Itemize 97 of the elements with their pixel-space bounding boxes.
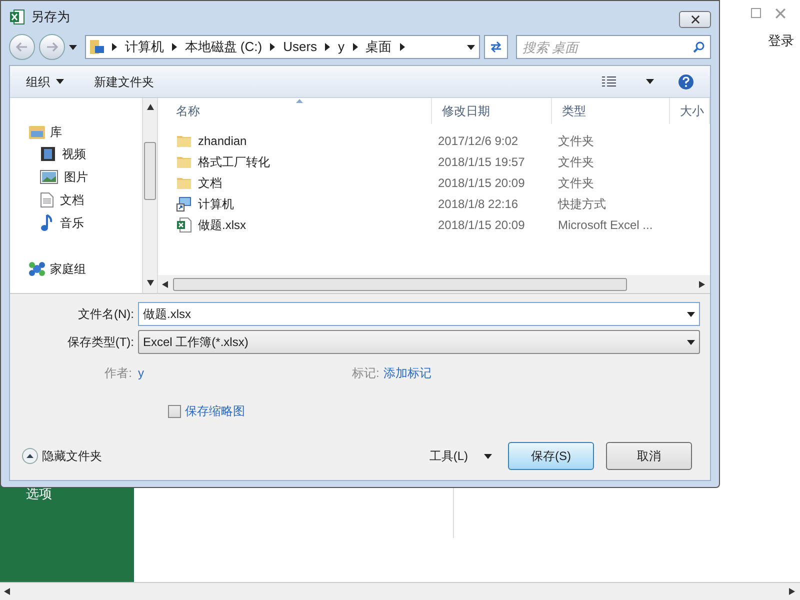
file-name-cell[interactable]: 计算机 (176, 194, 438, 212)
breadcrumb-item[interactable]: 计算机 (124, 37, 164, 57)
cancel-button[interactable]: 取消 (606, 442, 692, 470)
breadcrumb-item[interactable]: Users (283, 37, 318, 57)
view-dropdown-icon (646, 79, 654, 84)
column-header[interactable]: 类型 (552, 98, 670, 124)
homegroup-icon (28, 260, 46, 278)
forward-arrow-icon (46, 42, 58, 52)
computer-shortcut-icon (176, 196, 192, 212)
maximize-icon[interactable] (751, 8, 761, 18)
nav-item[interactable]: 图片 (28, 165, 142, 188)
collapse-icon (22, 448, 38, 464)
close-button[interactable] (679, 10, 711, 28)
nav-item[interactable]: 音乐 (28, 211, 142, 234)
checkbox-label[interactable]: 保存缩略图 (185, 402, 245, 420)
column-header[interactable]: 修改日期 (432, 98, 552, 124)
refresh-button[interactable] (484, 35, 508, 59)
login-link[interactable]: 登录 (768, 31, 794, 50)
column-header[interactable]: 名称 (166, 98, 432, 124)
type-cell-text: 文件夹 (558, 174, 595, 192)
scroll-down-icon[interactable] (146, 280, 154, 287)
nav-item[interactable]: 家庭组 (28, 259, 142, 279)
address-bar[interactable]: 计算机 本地磁盘 (C:) Users y 桌面 (84, 35, 480, 59)
scroll-left-icon[interactable] (162, 280, 169, 288)
hide-folders-button[interactable]: 隐藏文件夹 (22, 447, 102, 465)
scroll-right-icon[interactable] (789, 588, 796, 595)
author-value[interactable]: y (138, 364, 352, 382)
breadcrumb-item[interactable]: 桌面 (366, 37, 392, 57)
nav-item[interactable]: 文档 (28, 188, 142, 211)
file-type-dropdown[interactable]: Excel 工作簿(*.xlsx) (138, 330, 700, 354)
refresh-icon (488, 41, 503, 53)
horizontal-scrollbar[interactable] (158, 275, 710, 293)
dropdown-icon (687, 312, 695, 316)
new-folder-button[interactable]: 新建文件夹 (94, 72, 154, 90)
thumbnail-checkbox[interactable] (168, 404, 181, 418)
column-header[interactable]: 大小 (670, 98, 710, 124)
document-icon (40, 192, 54, 208)
type-cell-text: Microsoft Excel ... (558, 216, 654, 234)
file-name-cell[interactable]: 格式工厂转化 (176, 152, 438, 170)
nav-item[interactable]: 库 (28, 122, 142, 142)
field-label: 作者: (104, 365, 133, 382)
breadcrumb-item[interactable]: y (338, 37, 345, 57)
address-dropdown-icon (466, 44, 475, 50)
date-cell-text: 2018/1/15 20:09 (438, 216, 526, 234)
search-icon (692, 41, 705, 53)
help-icon[interactable] (678, 74, 694, 90)
filename-field[interactable]: 做题.xlsx (138, 302, 700, 326)
computer-folder-icon (90, 39, 104, 55)
nav-item[interactable]: 视频 (28, 142, 142, 165)
excel-logo-icon (9, 9, 25, 25)
date-cell-text: 2018/1/15 19:57 (438, 154, 526, 170)
save-button[interactable]: 保存(S) (508, 442, 594, 470)
file-name-cell[interactable]: 做题.xlsx (176, 216, 438, 234)
chevron-right-icon (325, 43, 330, 51)
sidebar-item[interactable]: 选项 (26, 484, 52, 504)
tools-button[interactable]: 工具(L) (429, 447, 492, 465)
scroll-left-icon[interactable] (4, 588, 11, 595)
scroll-thumb[interactable] (173, 278, 627, 290)
chevron-right-icon (352, 43, 358, 51)
library-icon (28, 124, 46, 140)
scroll-right-icon[interactable] (699, 280, 706, 288)
close-icon[interactable] (690, 14, 700, 24)
date-cell-text: 2018/1/8 22:16 (438, 196, 520, 212)
caret-icon (56, 79, 64, 84)
field-label: 保存类型(T): (66, 334, 135, 351)
chevron-right-icon (172, 43, 177, 51)
scroll-thumb[interactable] (144, 142, 156, 200)
view-list-icon[interactable] (602, 76, 616, 88)
chevron-right-icon (400, 43, 405, 51)
breadcrumb-item[interactable]: 本地磁盘 (C:) (184, 37, 262, 57)
organize-button[interactable]: 组织 (26, 72, 64, 90)
caret-icon (484, 454, 492, 458)
scroll-up-icon[interactable] (146, 104, 154, 111)
field-label: 文件名(N): (77, 306, 135, 323)
file-name-cell[interactable]: 文档 (176, 174, 438, 192)
add-tag-link[interactable]: 添加标记 (383, 364, 432, 382)
sort-arrow-icon (296, 99, 303, 103)
film-icon (40, 146, 56, 162)
date-cell-text: 2018/1/15 20:09 (438, 174, 526, 192)
dropdown-icon (687, 340, 695, 344)
music-note-icon (40, 214, 54, 232)
type-cell-text: 快捷方式 (558, 196, 607, 212)
history-caret-icon (68, 44, 77, 50)
type-cell-text: 文件夹 (558, 132, 595, 150)
type-cell-text: 文件夹 (558, 154, 595, 170)
chevron-right-icon (270, 43, 276, 51)
file-name-cell[interactable]: zhandian (176, 132, 438, 150)
vertical-scrollbar[interactable] (142, 98, 158, 293)
search-field[interactable]: 搜索 桌面 (516, 35, 711, 59)
picture-icon (40, 170, 58, 184)
back-arrow-icon (16, 42, 28, 52)
window-title: 另存为 (31, 8, 70, 26)
chevron-right-icon (112, 43, 117, 51)
horizontal-scrollbar[interactable] (0, 582, 800, 600)
date-cell-text: 2017/12/6 9:02 (438, 132, 520, 150)
field-label: 标记: (352, 365, 380, 382)
excel-file-icon (176, 216, 192, 232)
